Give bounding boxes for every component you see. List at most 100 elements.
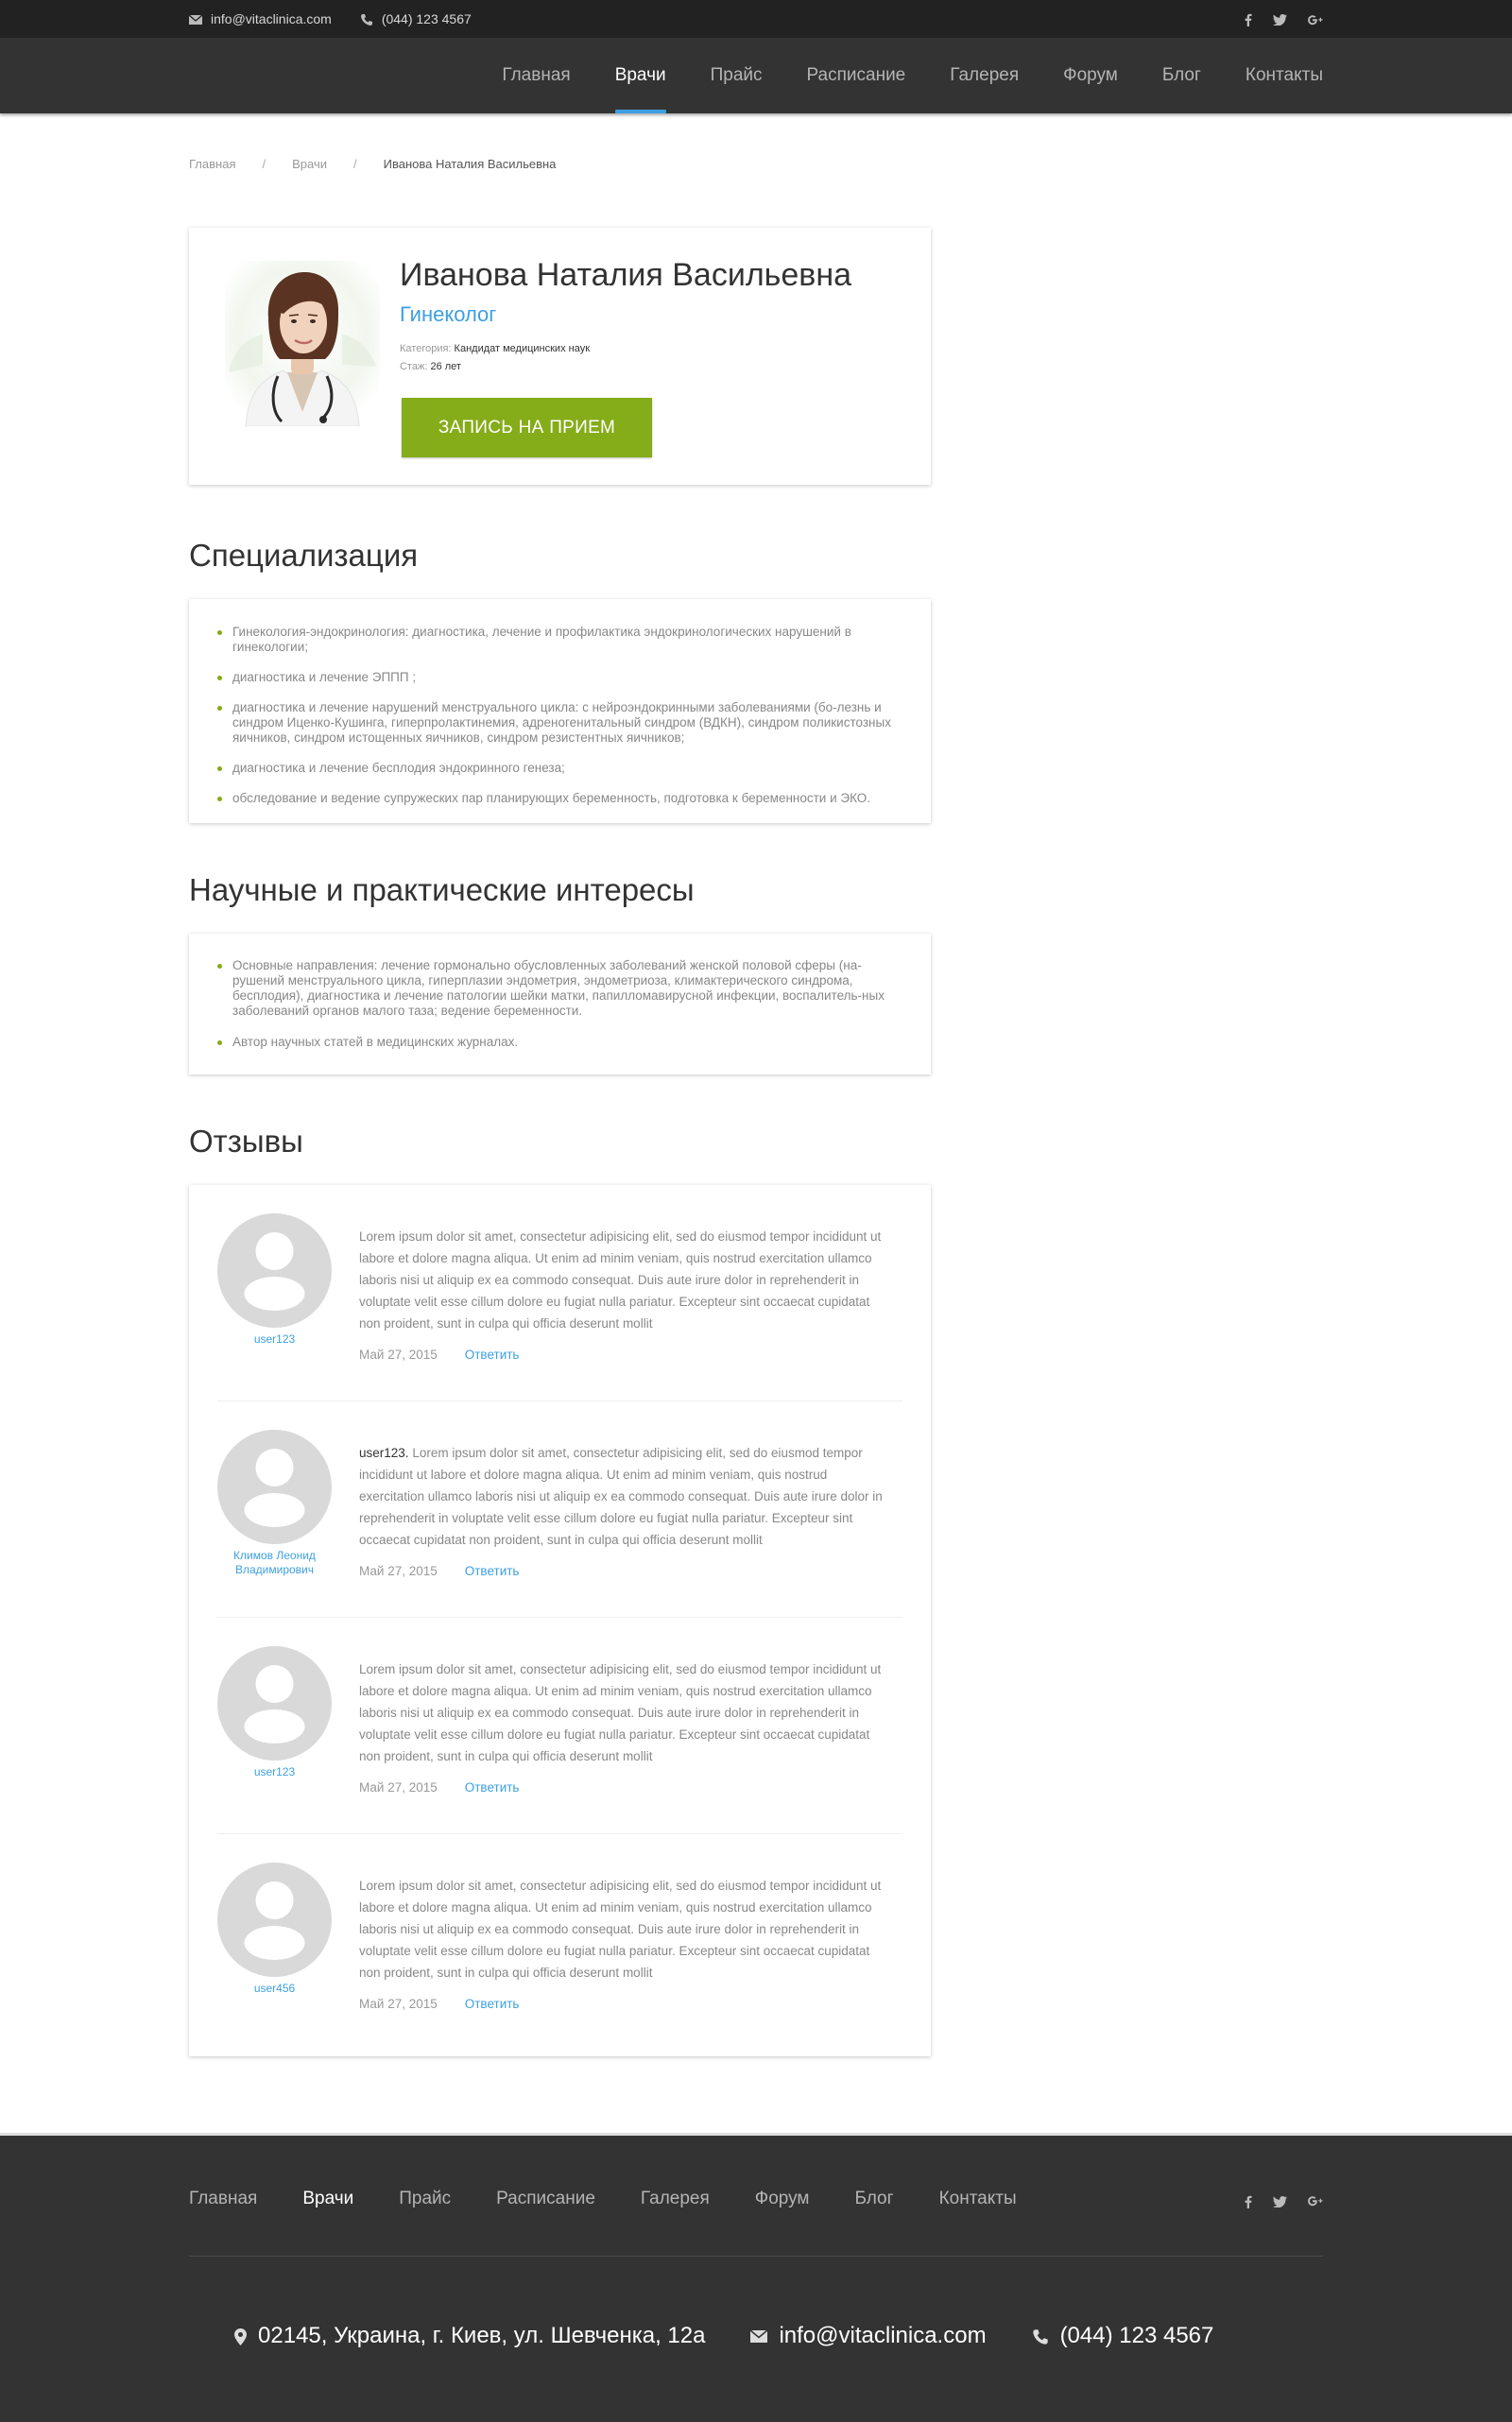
review-body: Lorem ipsum dolor sit amet, consectetur … — [359, 1879, 882, 1980]
breadcrumb-separator: / — [262, 157, 266, 171]
review-date: Май 27, 2015 — [359, 1348, 438, 1362]
footer-nav-contacts[interactable]: Контакты — [939, 2189, 1017, 2209]
avatar[interactable] — [217, 1646, 332, 1761]
doctor-category-value: Кандидат медицинских наук — [454, 343, 591, 354]
google-plus-icon[interactable] — [1308, 11, 1323, 26]
review-meta: Май 27, 2015 Ответить — [359, 1780, 519, 1795]
review-item: user123 Lorem ipsum dolor sit amet, cons… — [189, 1618, 931, 1834]
topbar-email[interactable]: info@vitaclinica.com — [189, 11, 332, 26]
phone-icon — [1032, 2323, 1049, 2349]
nav-item-price[interactable]: Прайс — [711, 38, 763, 113]
doctor-photo — [225, 261, 380, 427]
doctor-category-row: Категория: Кандидат медицинских наук — [400, 340, 851, 358]
phone-icon — [360, 11, 373, 26]
review-text: user123. Lorem ipsum dolor sit amet, con… — [359, 1442, 893, 1551]
nav-item-blog[interactable]: Блог — [1162, 38, 1201, 113]
nav-item-gallery[interactable]: Галерея — [950, 38, 1019, 113]
footer-address: 02145, Украина, г. Киев, ул. Шевченка, 1… — [234, 2323, 705, 2349]
main-navbar: Главная Врачи Прайс Расписание Галерея Ф… — [0, 38, 1512, 113]
reply-link[interactable]: Ответить — [465, 1997, 520, 2011]
doctor-experience-row: Стаж: 26 лет — [400, 358, 851, 376]
review-body: Lorem ipsum dolor sit amet, consectetur … — [359, 1662, 882, 1763]
review-date: Май 27, 2015 — [359, 1997, 438, 2011]
topbar-email-text: info@vitaclinica.com — [211, 10, 332, 26]
review-text: Lorem ipsum dolor sit amet, consectetur … — [359, 1658, 893, 1767]
footer-nav: Главная Врачи Прайс Расписание Галерея Ф… — [189, 2189, 1017, 2209]
doctor-category-label: Категория: — [400, 343, 452, 354]
footer-contacts: 02145, Украина, г. Киев, ул. Шевченка, 1… — [234, 2323, 1213, 2349]
doctor-name: Иванова Наталия Васильевна — [400, 257, 852, 293]
nav-item-home[interactable]: Главная — [502, 38, 570, 113]
review-text: Lorem ipsum dolor sit amet, consectetur … — [359, 1226, 893, 1334]
review-text: Lorem ipsum dolor sit amet, consectetur … — [359, 1875, 893, 1984]
list-item: диагностика и лечение нарушений менструа… — [217, 700, 904, 746]
nav-item-schedule[interactable]: Расписание — [807, 38, 906, 113]
doctor-meta: Категория: Кандидат медицинских наук Ста… — [400, 340, 851, 376]
nav-item-doctors[interactable]: Врачи — [614, 38, 666, 113]
footer-email[interactable]: info@vitaclinica.com — [750, 2323, 987, 2349]
facebook-icon[interactable] — [1245, 11, 1252, 27]
footer: Главная Врачи Прайс Расписание Галерея Ф… — [0, 2133, 1512, 2422]
review-meta: Май 27, 2015 Ответить — [359, 1564, 519, 1578]
review-username[interactable]: Климов Леонид Владимирович — [217, 1549, 332, 1577]
specialization-card: Гинекология-эндокринология: диагностика,… — [189, 599, 931, 823]
footer-nav-schedule[interactable]: Расписание — [496, 2189, 595, 2209]
list-item: диагностика и лечение ЭППП ; — [217, 670, 904, 685]
top-bar: info@vitaclinica.com (044) 123 4567 — [0, 0, 1512, 38]
review-meta: Май 27, 2015 Ответить — [359, 1997, 519, 2011]
book-appointment-button[interactable]: ЗАПИСЬ НА ПРИЕМ — [402, 398, 652, 457]
breadcrumb: Главная / Врачи / Иванова Наталия Василь… — [189, 113, 1323, 171]
reply-link[interactable]: Ответить — [465, 1780, 520, 1795]
review-body: Lorem ipsum dolor sit amet, consectetur … — [359, 1446, 883, 1547]
nav-item-contacts[interactable]: Контакты — [1246, 38, 1323, 113]
review-item: Климов Леонид Владимирович user123. Lore… — [189, 1401, 931, 1618]
footer-nav-price[interactable]: Прайс — [399, 2189, 451, 2209]
review-date: Май 27, 2015 — [359, 1780, 438, 1795]
twitter-icon[interactable] — [1273, 11, 1287, 26]
list-item: диагностика и лечение бесплодия эндокрин… — [217, 761, 904, 776]
footer-phone[interactable]: (044) 123 4567 — [1032, 2323, 1214, 2349]
avatar[interactable] — [217, 1863, 332, 1977]
list-item: обследование и ведение супружеских пар п… — [217, 791, 904, 806]
breadcrumb-doctors[interactable]: Врачи — [292, 157, 327, 171]
doctor-profile-card: Иванова Наталия Васильевна Гинеколог Кат… — [189, 228, 931, 485]
nav-item-forum[interactable]: Форум — [1063, 38, 1118, 113]
review-username[interactable]: user456 — [217, 1982, 332, 1996]
review-author: user123. — [359, 1446, 409, 1460]
footer-phone-text: (044) 123 4567 — [1059, 2323, 1214, 2348]
doctor-specialty: Гинеколог — [400, 302, 497, 326]
google-plus-icon[interactable] — [1308, 2193, 1323, 2210]
footer-nav-gallery[interactable]: Галерея — [641, 2189, 710, 2209]
twitter-icon[interactable] — [1273, 2193, 1287, 2210]
footer-nav-doctors[interactable]: Врачи — [302, 2189, 353, 2209]
specialization-title: Специализация — [189, 538, 419, 573]
footer-nav-blog[interactable]: Блог — [855, 2189, 894, 2209]
review-item: user456 Lorem ipsum dolor sit amet, cons… — [189, 1834, 931, 2051]
breadcrumb-current: Иванова Наталия Васильевна — [383, 157, 557, 171]
footer-nav-forum[interactable]: Форум — [755, 2189, 810, 2209]
review-username[interactable]: user123 — [217, 1332, 332, 1347]
reviews-card: user123 Lorem ipsum dolor sit amet, cons… — [189, 1185, 931, 2056]
interests-card: Основные направления: лечение гормональн… — [189, 934, 931, 1074]
avatar[interactable] — [217, 1213, 332, 1328]
list-item: Основные направления: лечение гормональн… — [217, 958, 902, 1019]
avatar[interactable] — [217, 1430, 332, 1544]
breadcrumb-home[interactable]: Главная — [189, 157, 235, 171]
footer-address-text: 02145, Украина, г. Киев, ул. Шевченка, 1… — [258, 2323, 706, 2348]
review-body: Lorem ipsum dolor sit amet, consectetur … — [359, 1229, 882, 1331]
review-username[interactable]: user123 — [217, 1765, 332, 1779]
reply-link[interactable]: Ответить — [465, 1564, 520, 1578]
envelope-icon — [750, 2323, 768, 2349]
breadcrumb-separator: / — [353, 157, 357, 171]
map-pin-icon — [234, 2323, 247, 2349]
review-item: user123 Lorem ipsum dolor sit amet, cons… — [189, 1185, 931, 1401]
reply-link[interactable]: Ответить — [465, 1348, 520, 1362]
topbar-phone[interactable]: (044) 123 4567 — [360, 11, 472, 26]
footer-nav-home[interactable]: Главная — [189, 2189, 257, 2209]
envelope-icon — [189, 11, 202, 26]
list-item: Гинекология-эндокринология: диагностика,… — [217, 625, 904, 655]
review-date: Май 27, 2015 — [359, 1564, 438, 1578]
doctor-experience-label: Стаж: — [400, 361, 428, 372]
facebook-icon[interactable] — [1245, 2193, 1252, 2210]
interests-title: Научные и практические интересы — [189, 872, 695, 907]
